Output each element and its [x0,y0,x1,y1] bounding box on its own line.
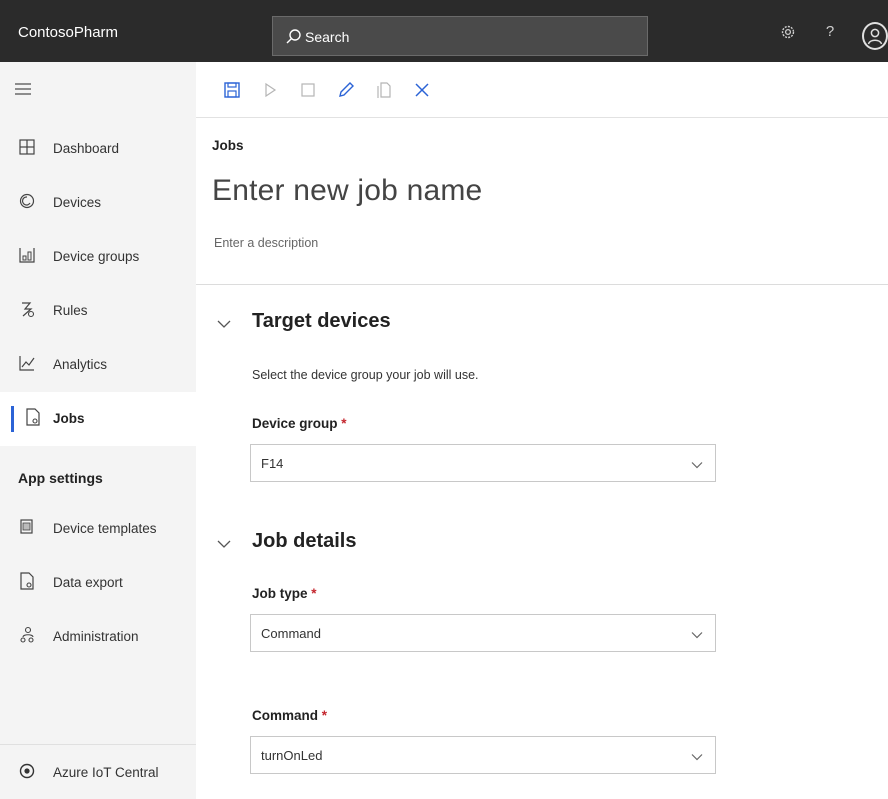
sidebar-item-label: Administration [53,629,139,644]
data-export-icon [18,572,36,590]
sidebar-divider [0,744,196,745]
job-description-input[interactable]: Enter a description [214,236,318,250]
sidebar-item-label: Azure IoT Central [53,765,159,780]
run-icon[interactable] [260,80,280,100]
job-type-value: Command [261,626,321,641]
target-devices-description: Select the device group your job will us… [252,368,479,382]
required-marker: * [311,586,317,601]
section-divider [196,284,888,285]
devices-icon [18,192,36,210]
copy-icon[interactable] [374,80,394,100]
device-group-value: F14 [261,456,284,471]
command-select[interactable]: turnOnLed [250,736,716,774]
search-box[interactable]: Search [272,16,648,56]
sidebar-item-device-templates[interactable]: Device templates [0,502,196,556]
administration-icon [18,626,36,644]
edit-icon[interactable] [336,80,356,100]
command-value: turnOnLed [261,748,323,763]
chevron-down-icon [691,750,703,762]
chevron-down-icon [691,628,703,640]
device-templates-icon [18,518,36,536]
sidebar-item-label: Analytics [53,357,108,372]
analytics-icon [18,354,36,372]
stop-icon[interactable] [298,80,318,100]
job-name-input[interactable]: Enter new job name [212,174,482,208]
sidebar-item-administration[interactable]: Administration [0,610,196,664]
sidebar-item-azure-iot-central[interactable]: Azure IoT Central [0,746,196,799]
required-marker: * [321,708,328,723]
dashboard-icon [18,138,36,156]
sidebar-item-jobs[interactable]: Jobs [0,392,196,446]
sidebar-item-dashboard[interactable]: Dashboard [0,122,196,176]
hamburger-menu-icon[interactable] [14,80,32,98]
user-avatar-icon[interactable] [862,22,888,50]
save-icon[interactable] [222,80,242,100]
device-group-label: Device group * [252,416,347,431]
jobs-icon [24,408,42,426]
job-type-label: Job type * [252,586,317,601]
top-bar: ContosoPharm Search ? [0,0,888,62]
sidebar-item-devices[interactable]: Devices [0,176,196,230]
app-name[interactable]: ContosoPharm [18,0,118,62]
chevron-down-icon [691,458,703,470]
command-toolbar [196,62,888,118]
sidebar-item-label: Dashboard [53,141,120,156]
required-marker: * [341,416,347,431]
app-settings-heading: App settings [18,470,103,486]
breadcrumb: Jobs [212,138,244,153]
search-input[interactable]: Search [305,17,349,57]
job-details-heading: Job details [252,530,357,552]
settings-gear-icon[interactable] [778,22,798,42]
device-group-select[interactable]: F14 [250,444,716,482]
sidebar-item-label: Devices [53,195,102,210]
sidebar-item-label: Jobs [53,411,85,426]
target-devices-heading: Target devices [252,310,391,332]
azure-iot-central-icon [18,762,36,780]
sidebar-item-label: Device templates [53,521,157,536]
close-icon[interactable] [412,80,432,100]
job-details-chevron-icon[interactable] [216,536,232,552]
sidebar-item-data-export[interactable]: Data export [0,556,196,610]
device-groups-icon [18,246,36,264]
target-devices-chevron-icon[interactable] [216,316,232,332]
sidebar-item-analytics[interactable]: Analytics [0,338,196,392]
rules-icon [18,300,36,318]
sidebar-item-label: Device groups [53,249,140,264]
job-type-select[interactable]: Command [250,614,716,652]
command-label: Command * [252,708,328,723]
sidebar-item-rules[interactable]: Rules [0,284,196,338]
sidebar-item-device-groups[interactable]: Device groups [0,230,196,284]
sidebar-item-label: Data export [53,575,123,590]
search-icon [285,28,303,46]
sidebar: Dashboard Devices Device groups Rules An… [0,62,196,799]
sidebar-item-label: Rules [53,303,88,318]
help-icon[interactable]: ? [820,22,840,42]
